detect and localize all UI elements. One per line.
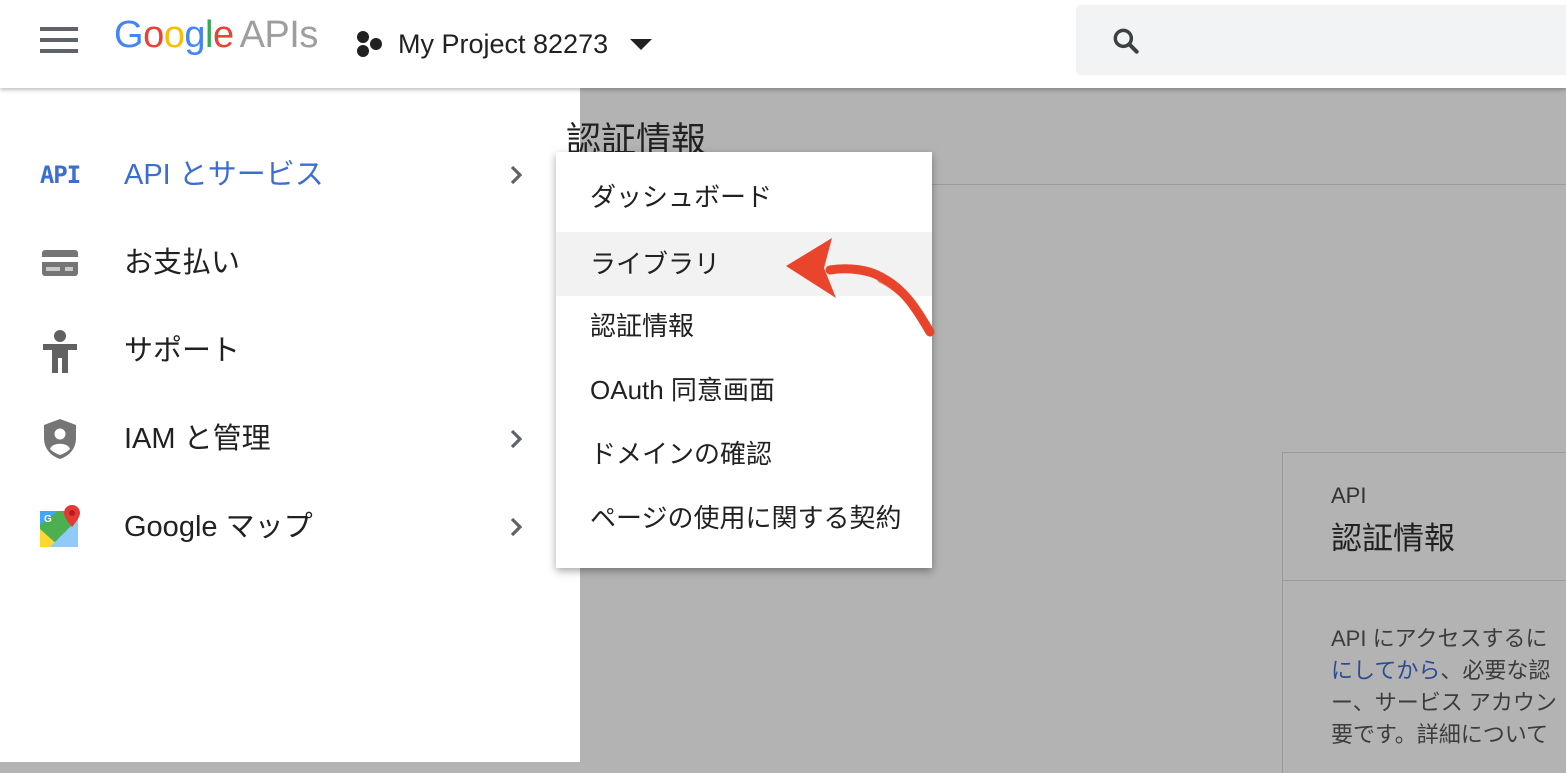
support-person-icon	[38, 329, 82, 373]
logo-letter: l	[204, 14, 213, 56]
logo-letter: o	[143, 14, 164, 56]
sidebar-item-api-services[interactable]: API API とサービス	[0, 135, 580, 215]
annotation-arrow-icon	[786, 238, 935, 337]
sidebar-item-iam-admin[interactable]: IAM と管理	[0, 399, 580, 479]
logo-apis-text: APIs	[239, 14, 319, 56]
search-icon	[1113, 28, 1139, 54]
sidebar-item-label: お支払い	[124, 247, 241, 279]
google-apis-logo[interactable]: Google APIs	[114, 14, 318, 57]
chevron-right-icon	[510, 429, 523, 449]
logo-letter: e	[212, 14, 234, 56]
submenu-item-domain-verification[interactable]: ドメインの確認	[556, 422, 932, 486]
project-hexagons-icon	[357, 31, 382, 57]
api-services-submenu: ダッシュボード ライブラリ 認証情報 OAuth 同意画面 ドメインの確認 ペー…	[556, 152, 932, 568]
submenu-item-page-usage-agreement[interactable]: ページの使用に関する契約	[556, 486, 932, 550]
side-navigation: API API とサービス お支払い サポート IAM と管理 G Google…	[0, 88, 580, 762]
google-maps-icon: G	[38, 505, 82, 549]
chevron-right-icon	[510, 165, 523, 185]
sidebar-item-label: IAM と管理	[124, 423, 271, 455]
sidebar-item-label: API とサービス	[124, 159, 324, 191]
card-body-line: 要です。詳細について	[1331, 722, 1549, 747]
logo-letter: g	[184, 14, 205, 56]
card-small-label: API	[1331, 483, 1367, 508]
card-body-line: ー、サービス アカウン	[1331, 690, 1557, 715]
sidebar-item-label: Google マップ	[124, 511, 313, 543]
dropdown-caret-icon	[630, 38, 653, 50]
card-body-fragment: 、必要な認	[1440, 658, 1551, 683]
search-bar[interactable]	[1076, 5, 1566, 75]
sidebar-item-billing[interactable]: お支払い	[0, 223, 580, 303]
shield-user-icon	[38, 417, 82, 461]
project-name: My Project 82273	[398, 28, 609, 59]
top-app-bar: Google APIs My Project 82273	[0, 0, 1566, 88]
chevron-right-icon	[510, 517, 523, 537]
sidebar-item-support[interactable]: サポート	[0, 311, 580, 391]
svg-text:G: G	[44, 514, 52, 525]
logo-letter: o	[163, 14, 185, 56]
menu-hamburger-icon[interactable]	[40, 27, 78, 57]
logo-google-text: Google	[114, 14, 234, 56]
card-title: 認証情報	[1331, 521, 1455, 556]
sidebar-item-google-maps[interactable]: G Google マップ	[0, 487, 580, 567]
project-selector[interactable]: My Project 82273	[354, 24, 653, 64]
submenu-item-dashboard[interactable]: ダッシュボード	[556, 165, 932, 229]
billing-card-icon	[38, 241, 82, 285]
api-icon: API	[38, 153, 82, 197]
card-body-line: にしてから、必要な認	[1331, 655, 1566, 687]
card-divider	[1283, 580, 1566, 581]
submenu-item-oauth-consent[interactable]: OAuth 同意画面	[556, 358, 932, 422]
sidebar-item-label: サポート	[124, 335, 241, 367]
logo-letter: G	[114, 14, 144, 56]
card-body-text: API にアクセスするに にしてから、必要な認 ー、サービス アカウン 要です。…	[1331, 623, 1566, 751]
api-icon-text: API	[39, 161, 81, 189]
credentials-info-card: API 認証情報 API にアクセスするに にしてから、必要な認 ー、サービス …	[1282, 452, 1566, 773]
card-body-line: API にアクセスするに	[1331, 626, 1548, 651]
card-body-link[interactable]: にしてから	[1331, 658, 1440, 683]
